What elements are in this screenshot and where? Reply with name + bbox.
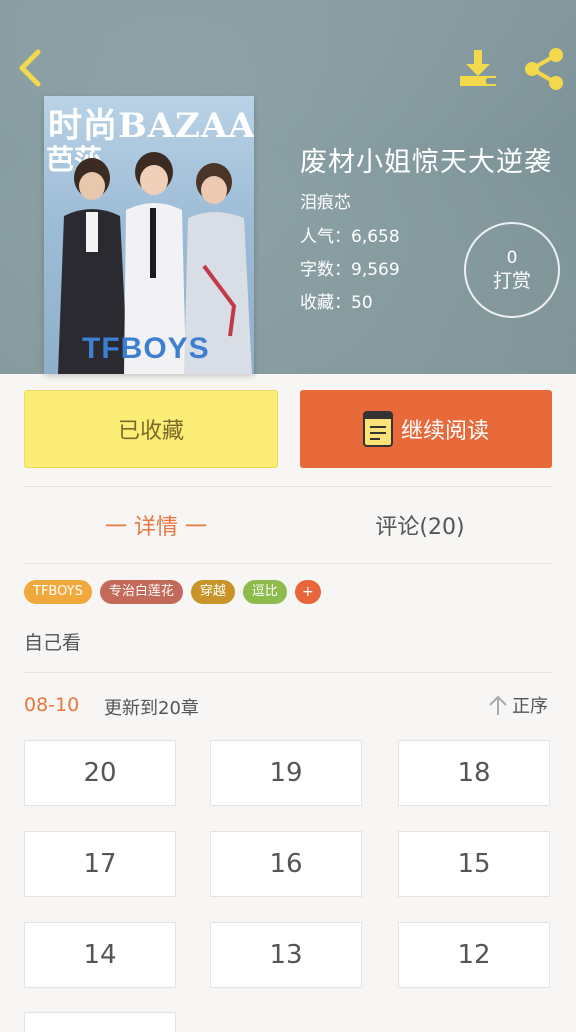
book-cover[interactable]: 时尚BAZAAR 芭莎 TFBOYS: [44, 96, 254, 374]
back-button[interactable]: [14, 48, 50, 88]
book-icon: [362, 411, 393, 447]
reward-count: 0: [506, 248, 518, 268]
divider: [24, 563, 552, 564]
chapter-button[interactable]: 16: [210, 831, 362, 897]
update-status: 更新到20章: [104, 698, 199, 719]
chapter-button[interactable]: 15: [398, 831, 550, 897]
share-button[interactable]: [520, 46, 568, 92]
chapter-button-partial[interactable]: [24, 1012, 176, 1032]
add-tag-button[interactable]: +: [294, 580, 321, 604]
chapter-button[interactable]: 20: [24, 740, 176, 806]
divider: [24, 486, 552, 487]
tag[interactable]: 逗比: [242, 580, 287, 604]
tab-comments-label: 评论(20): [375, 515, 465, 540]
tag[interactable]: 专治白莲花: [99, 580, 183, 604]
tab-detail-label: 一 详情 一: [105, 515, 207, 540]
chapter-button[interactable]: 14: [24, 922, 176, 988]
sort-order-label: 正序: [512, 696, 548, 717]
favorite-button[interactable]: 已收藏: [24, 390, 278, 468]
chapter-button[interactable]: 13: [210, 922, 362, 988]
chapter-button[interactable]: 17: [24, 831, 176, 897]
tag[interactable]: 穿越: [190, 580, 235, 604]
update-date: 08-10: [24, 694, 80, 716]
tag-list: TFBOYS 专治白莲花 穿越 逗比 +: [24, 580, 321, 604]
chapter-button[interactable]: 19: [210, 740, 362, 806]
chapter-button[interactable]: 18: [398, 740, 550, 806]
book-word-count: 字数：9,569: [300, 260, 400, 280]
tab-detail[interactable]: 一 详情 一: [24, 500, 288, 550]
continue-reading-label: 继续阅读: [400, 419, 489, 444]
arrow-up-icon: [489, 695, 507, 715]
download-icon: [460, 50, 498, 86]
divider: [24, 672, 552, 673]
book-author[interactable]: 泪痕芯: [300, 188, 351, 213]
book-title: 废材小姐惊天大逆袭: [300, 147, 552, 178]
reward-label: 打赏: [492, 270, 531, 292]
continue-reading-button[interactable]: 继续阅读: [300, 390, 552, 468]
book-favorites: 收藏：50: [300, 293, 373, 313]
favorite-button-label: 已收藏: [117, 419, 184, 444]
cover-brand-text: TFBOYS: [82, 332, 210, 365]
chevron-left-icon: [19, 49, 41, 87]
tab-comments[interactable]: 评论(20): [288, 500, 552, 550]
book-description: 自己看: [24, 632, 82, 654]
book-popularity: 人气：6,658: [300, 227, 400, 247]
download-button[interactable]: [456, 46, 504, 90]
share-icon: [525, 48, 563, 90]
reward-button[interactable]: 0 打赏: [464, 222, 560, 318]
tag[interactable]: TFBOYS: [24, 580, 92, 604]
chapter-button[interactable]: 12: [398, 922, 550, 988]
sort-order-button[interactable]: 正序: [488, 692, 548, 718]
